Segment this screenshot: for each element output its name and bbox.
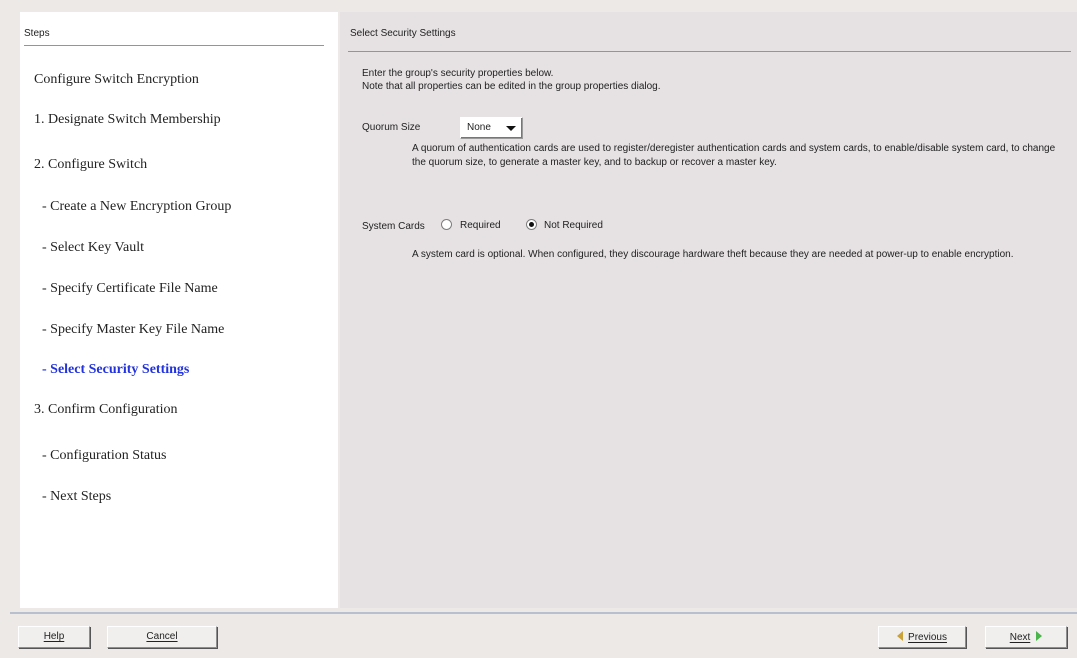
help-button-label: Help — [43, 631, 65, 642]
cancel-button[interactable]: Cancel — [107, 626, 217, 648]
step-specify-master-key-file-name: - Specify Master Key File Name — [42, 322, 225, 337]
steps-divider — [24, 45, 324, 46]
security-settings-panel: Select Security Settings Enter the group… — [340, 12, 1077, 608]
arrow-right-icon — [1036, 631, 1043, 641]
step-confirm-configuration: 3. Confirm Configuration — [34, 402, 178, 417]
step-select-key-vault: - Select Key Vault — [42, 240, 144, 255]
previous-button[interactable]: Previous — [878, 626, 966, 648]
intro-line-2: Note that all properties can be edited i… — [362, 81, 661, 92]
radio-not-required[interactable] — [526, 219, 537, 230]
step-configuration-status: - Configuration Status — [42, 448, 167, 463]
quorum-size-label: Quorum Size — [362, 122, 421, 133]
next-button[interactable]: Next — [985, 626, 1067, 648]
quorum-size-value: None — [467, 122, 491, 133]
arrow-left-icon — [897, 631, 904, 641]
next-button-label: Next — [1009, 632, 1031, 643]
step-create-encryption-group: - Create a New Encryption Group — [42, 199, 232, 214]
system-cards-label: System Cards — [362, 221, 425, 232]
radio-required[interactable] — [441, 219, 452, 230]
footer-bar: Help Cancel Previous Next — [10, 612, 1077, 658]
intro-line-1: Enter the group's security properties be… — [362, 68, 554, 79]
step-designate-switch-membership: 1. Designate Switch Membership — [34, 112, 221, 127]
chevron-down-icon — [506, 126, 516, 131]
quorum-description: A quorum of authentication cards are use… — [412, 143, 1056, 168]
step-title: Configure Switch Encryption — [34, 72, 199, 87]
previous-button-label: Previous — [908, 632, 947, 643]
window-left-edge — [0, 0, 10, 658]
quorum-size-dropdown[interactable]: None — [460, 117, 523, 139]
system-cards-description: A system card is optional. When configur… — [412, 249, 1014, 260]
step-select-security-settings: - Select Security Settings — [42, 362, 190, 377]
step-specify-certificate-file-name: - Specify Certificate File Name — [42, 281, 218, 296]
steps-panel: Steps Configure Switch Encryption 1. Des… — [20, 12, 338, 608]
radio-not-required-label[interactable]: Not Required — [544, 220, 603, 231]
step-next-steps: - Next Steps — [42, 489, 112, 504]
page-title: Select Security Settings — [350, 28, 456, 39]
cancel-button-label: Cancel — [146, 631, 178, 642]
steps-header: Steps — [24, 28, 50, 39]
radio-required-label[interactable]: Required — [460, 220, 501, 231]
help-button[interactable]: Help — [18, 626, 90, 648]
step-configure-switch: 2. Configure Switch — [34, 157, 148, 172]
header-divider — [348, 51, 1071, 52]
